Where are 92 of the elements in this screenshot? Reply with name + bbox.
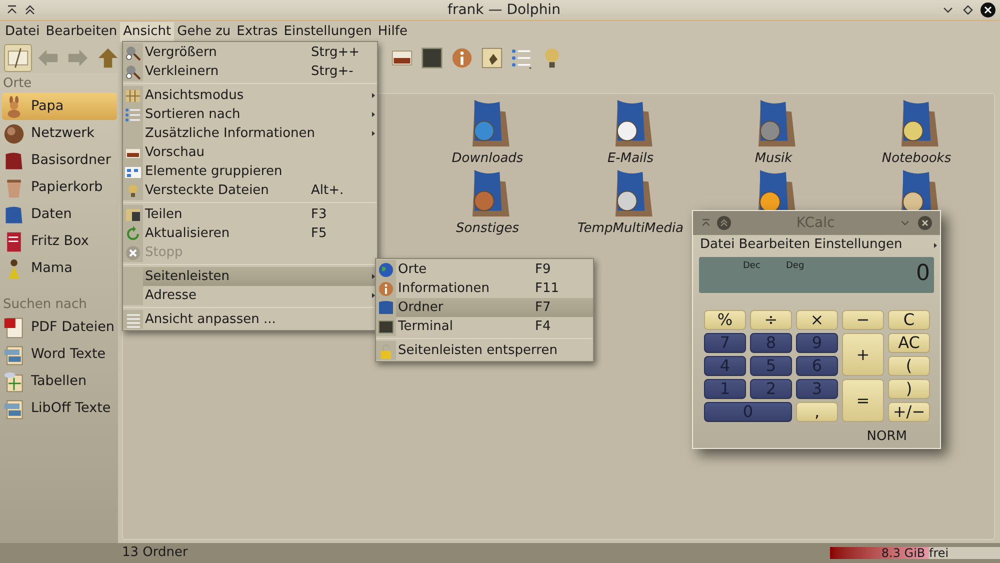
list-icon[interactable] — [511, 47, 533, 69]
menu-item[interactable]: Sortieren nach — [123, 105, 377, 124]
menu-item[interactable]: Seitenleisten — [123, 267, 377, 286]
sidebar-item[interactable]: Papa — [2, 93, 117, 120]
status-text: 13 Ordner — [122, 544, 189, 562]
display-value: 0 — [916, 263, 930, 285]
calculator-key[interactable]: +/− — [888, 402, 930, 422]
menu-item[interactable]: Ansichtsmodus — [123, 86, 377, 105]
terminal-icon — [378, 318, 394, 334]
menu-bar-item[interactable]: Gehe zu — [174, 22, 234, 42]
sidebar-item[interactable]: Fritz Box — [2, 228, 117, 255]
menu-item[interactable]: Aktualisieren F5 — [123, 224, 377, 243]
maximize-icon[interactable] — [962, 4, 974, 16]
sidebar-item[interactable]: Word Texte — [2, 341, 117, 368]
document-icon — [3, 344, 25, 366]
menu-item[interactable]: Adresse — [123, 286, 377, 305]
file-name[interactable]: E-Mails — [607, 148, 654, 168]
spreadsheet-icon — [3, 370, 25, 392]
calculator-key[interactable]: × — [796, 310, 838, 330]
list-icon — [125, 106, 141, 122]
zoom-out-icon — [125, 64, 141, 80]
sidebar-heading: Orte — [2, 75, 33, 93]
sidebar-item[interactable]: Tabellen — [2, 368, 117, 395]
calculator-key[interactable]: ( — [888, 356, 930, 376]
sidebar-item[interactable]: Daten — [2, 201, 117, 228]
grid-icon — [125, 88, 141, 104]
sidebar-item[interactable]: Basisordner — [2, 147, 117, 174]
zoom-in-icon — [125, 44, 141, 60]
sidebar-item[interactable]: Papierkorb — [2, 174, 117, 201]
list-icon — [125, 312, 141, 328]
menu-bar-item[interactable]: Datei — [2, 22, 43, 42]
pin-icon[interactable] — [6, 4, 18, 16]
refresh-icon — [125, 226, 141, 242]
calculator-key[interactable]: ) — [888, 379, 930, 399]
sidebar-item[interactable]: PDF Dateien — [2, 314, 117, 341]
menu-item[interactable]: Informationen F11 — [376, 279, 593, 298]
sidebar-heading: Suchen nach — [2, 296, 88, 314]
free-space-label: 8.3 GiB frei — [880, 547, 950, 559]
calculator-key[interactable]: + — [842, 333, 884, 376]
menu-bar-item[interactable]: Bearbeiten — [42, 22, 120, 42]
sidebar-item[interactable]: LibOff Texte — [2, 395, 117, 422]
menu-bar-item[interactable]: Bearbeiten — [736, 235, 812, 255]
menu-item[interactable]: Ordner F7 — [376, 298, 593, 317]
menu-item[interactable]: Versteckte Dateien Alt+. — [123, 181, 377, 200]
menu-item[interactable]: Teilen F3 — [123, 205, 377, 224]
window-title: frank — Dolphin — [446, 0, 562, 20]
menu-item[interactable]: Verkleinern Strg+- — [123, 62, 377, 81]
info-icon — [378, 280, 394, 296]
up-arrow-icon[interactable] — [97, 47, 119, 69]
chevrons-up-icon[interactable] — [24, 4, 36, 16]
menu-item[interactable]: Orte F9 — [376, 260, 593, 279]
calculator-key[interactable]: ÷ — [750, 310, 792, 330]
close-icon[interactable] — [980, 2, 996, 18]
file-name[interactable]: Downloads — [452, 148, 524, 168]
calculator-key[interactable]: % — [704, 310, 746, 330]
calculator-key[interactable]: , — [796, 402, 838, 422]
file-icon — [7, 47, 29, 69]
menu-bar-item[interactable]: Hilfe — [374, 22, 410, 42]
file-name[interactable]: TempMultiMedia — [577, 218, 684, 238]
file-name[interactable]: Sonstiges — [456, 218, 519, 238]
mode-indicator: NORM — [866, 428, 907, 446]
menu-item[interactable]: Vergrößern Strg++ — [123, 43, 377, 62]
menu-bar-item[interactable]: Datei — [698, 235, 737, 255]
menu-item[interactable]: Elemente gruppieren — [123, 162, 377, 181]
menu-item[interactable]: Seitenleisten entsperren — [376, 341, 593, 360]
menu-bar-item[interactable]: Extras — [234, 22, 281, 42]
menu-item[interactable]: Ansicht anpassen ... — [123, 310, 377, 329]
menu-item[interactable]: Vorschau — [123, 143, 377, 162]
calculator-key[interactable]: C — [888, 310, 930, 330]
toolbar-toggle-button[interactable] — [4, 44, 32, 72]
calculator-key[interactable]: AC — [888, 333, 930, 353]
terminal-icon[interactable] — [421, 47, 443, 69]
stop-icon — [125, 244, 141, 260]
info-icon[interactable] — [451, 47, 473, 69]
file-name[interactable]: Notebooks — [882, 148, 952, 168]
sidebar-item[interactable]: Netzwerk — [2, 120, 117, 147]
file-name[interactable]: Musik — [754, 148, 792, 168]
overflow-arrow-icon[interactable] — [934, 242, 937, 248]
menu-bar-item[interactable]: Einstellungen — [280, 22, 375, 42]
base-indicator: Dec — [743, 260, 760, 273]
angle-indicator: Deg — [786, 260, 804, 273]
sidebar-item[interactable]: Mama — [2, 255, 117, 282]
calculator-key[interactable]: − — [842, 310, 884, 330]
menu-item[interactable]: Terminal F4 — [376, 317, 593, 336]
document-icon — [3, 316, 25, 338]
menu-item[interactable]: Zusätzliche Informationen — [123, 124, 377, 143]
lock-icon — [378, 342, 394, 358]
document-icon — [3, 398, 25, 420]
folder-icon — [378, 300, 394, 316]
menu-bar-item[interactable]: Einstellungen — [812, 235, 904, 255]
menu-bar-item[interactable]: Ansicht — [120, 22, 174, 42]
calculator-key[interactable]: = — [842, 379, 884, 422]
